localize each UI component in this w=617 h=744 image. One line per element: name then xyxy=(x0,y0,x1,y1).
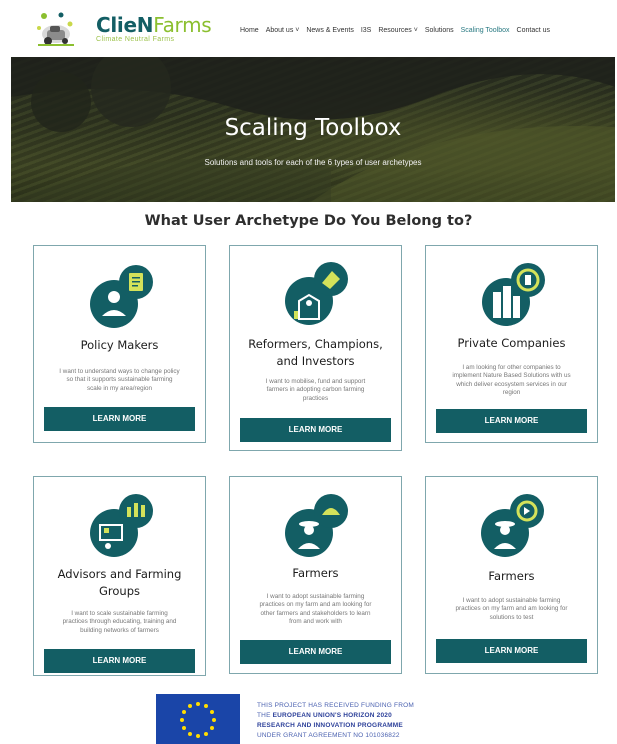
learn-more-button[interactable]: LEARN MORE xyxy=(436,409,587,433)
learn-more-button[interactable]: LEARN MORE xyxy=(240,640,391,664)
archetype-card-farmers-solutions: Farmers I want to adopt sustainable farm… xyxy=(425,476,598,674)
card-description: I want to adopt sustainable farming prac… xyxy=(259,593,372,625)
card-title: Farmers xyxy=(488,569,535,583)
site-header: ClieNFarms Climate Neutral Farms Home Ab… xyxy=(0,0,617,57)
nav-resources[interactable]: Resources ˅ xyxy=(378,27,418,34)
eu-flag-icon xyxy=(156,694,240,744)
nav-i3s[interactable]: I3S xyxy=(361,27,372,34)
farmer-solutions-icon xyxy=(481,494,544,557)
nav-home[interactable]: Home xyxy=(240,27,259,34)
page-title: Scaling Toolbox xyxy=(224,115,402,141)
learn-more-button[interactable]: LEARN MORE xyxy=(436,639,587,663)
reformer-investor-icon xyxy=(285,262,348,325)
brand-tagline: Climate Neutral Farms xyxy=(96,36,175,43)
hero-banner: Scaling Toolbox Solutions and tools for … xyxy=(11,57,615,202)
nav-solutions[interactable]: Solutions xyxy=(425,27,454,34)
card-description: I want to mobilise, fund and support far… xyxy=(265,378,366,402)
advisor-training-icon xyxy=(90,494,153,557)
card-title: Farmers xyxy=(292,566,339,580)
company-buildings-icon xyxy=(482,263,545,326)
card-description: I want to understand ways to change poli… xyxy=(59,368,180,392)
card-description: I want to adopt sustainable farming prac… xyxy=(455,597,568,621)
nav-scaling-toolbox[interactable]: Scaling Toolbox xyxy=(461,27,510,34)
main-nav: Home About us ˅ News & Events I3S Resour… xyxy=(240,27,557,34)
card-title: Advisors and Farming Groups xyxy=(57,567,182,598)
learn-more-button[interactable]: LEARN MORE xyxy=(44,649,195,673)
archetype-card-reformers: Reformers, Champions, and Investors I wa… xyxy=(229,245,402,451)
funding-statement: THIS PROJECT HAS RECEIVED FUNDING FROM T… xyxy=(257,702,414,739)
section-heading: What User Archetype Do You Belong to? xyxy=(144,213,473,229)
page-subtitle: Solutions and tools for each of the 6 ty… xyxy=(204,158,422,167)
nav-contact-us[interactable]: Contact us xyxy=(517,27,550,34)
archetype-card-private-companies: Private Companies I am looking for other… xyxy=(425,245,598,443)
archetype-card-farmers-network: Farmers I want to adopt sustainable farm… xyxy=(229,476,402,674)
card-description: I am looking for other companies to impl… xyxy=(452,364,571,396)
nav-news-events[interactable]: News & Events xyxy=(306,27,353,34)
clienfarms-logo-icon[interactable] xyxy=(34,10,78,50)
policy-maker-icon xyxy=(90,265,153,328)
farmer-network-icon xyxy=(285,494,348,557)
card-description: I want to scale sustainable farming prac… xyxy=(62,610,177,634)
archetype-card-advisors: Advisors and Farming Groups I want to sc… xyxy=(33,476,206,676)
archetype-card-policy-makers: Policy Makers I want to understand ways … xyxy=(33,245,206,443)
learn-more-button[interactable]: LEARN MORE xyxy=(240,418,391,442)
brand-name: ClieNFarms xyxy=(96,13,212,37)
card-title: Reformers, Champions, and Investors xyxy=(248,337,383,368)
card-title: Private Companies xyxy=(457,336,566,350)
learn-more-button[interactable]: LEARN MORE xyxy=(44,407,195,431)
brand[interactable]: ClieNFarms Climate Neutral Farms xyxy=(96,13,212,43)
nav-about-us[interactable]: About us ˅ xyxy=(266,27,300,34)
card-title: Policy Makers xyxy=(80,338,159,352)
